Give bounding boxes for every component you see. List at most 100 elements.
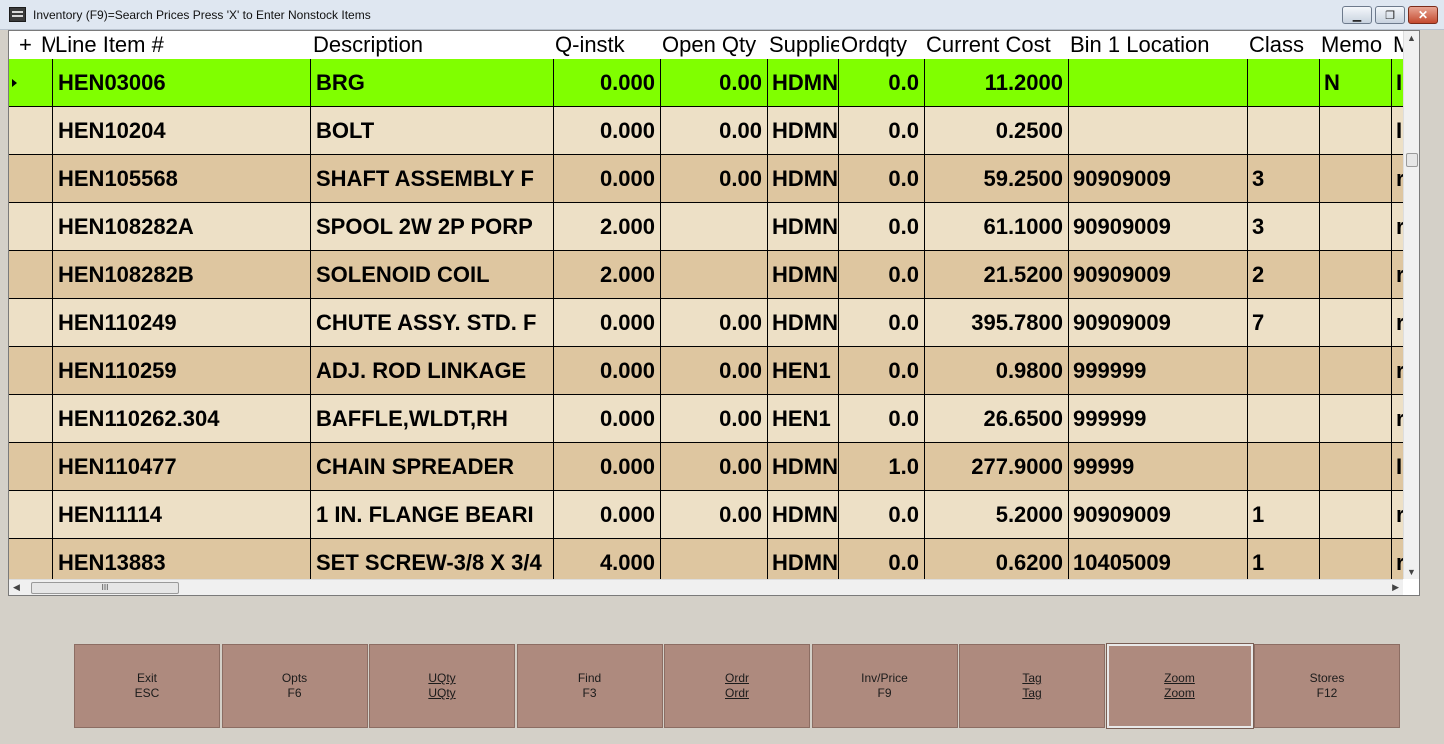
- cell-m2[interactable]: r: [1391, 299, 1403, 347]
- cell-class[interactable]: [1247, 347, 1320, 395]
- fkey-opts-button[interactable]: Opts F6: [221, 644, 368, 728]
- cell-description[interactable]: CHAIN SPREADER: [311, 443, 554, 491]
- cell-open-qty[interactable]: 0.00: [660, 299, 768, 347]
- cell-class[interactable]: 2: [1247, 251, 1320, 299]
- cell-supplier[interactable]: HDMN: [767, 59, 839, 107]
- cell-open-qty[interactable]: 0.00: [660, 107, 768, 155]
- cell-m2[interactable]: r: [1391, 491, 1403, 539]
- cell-memo[interactable]: [1319, 251, 1392, 299]
- cell-description[interactable]: SOLENOID COIL: [311, 251, 554, 299]
- cell-supplier[interactable]: HDMN: [767, 251, 839, 299]
- restore-button[interactable]: ❐: [1375, 6, 1405, 24]
- cell-memo[interactable]: [1319, 155, 1392, 203]
- cell-line-item[interactable]: HEN110477: [53, 443, 311, 491]
- cell-description[interactable]: CHUTE ASSY. STD. F: [311, 299, 554, 347]
- cell-description[interactable]: ADJ. ROD LINKAGE: [311, 347, 554, 395]
- cell-m2[interactable]: r: [1391, 347, 1403, 395]
- cell-q-instk[interactable]: 0.000: [553, 155, 661, 203]
- cell-current-cost[interactable]: 11.2000: [924, 59, 1069, 107]
- cell-m2[interactable]: r: [1391, 155, 1403, 203]
- row-selector[interactable]: [9, 443, 53, 491]
- table-row[interactable]: HEN10204 BOLT 0.000 0.00 HDMN 0.0 0.2500 I: [9, 107, 1403, 155]
- column-header-ordqty[interactable]: Ordqty: [839, 31, 925, 59]
- table-row[interactable]: HEN108282B SOLENOID COIL 2.000 HDMN 0.0 21.52…: [9, 251, 1403, 299]
- cell-memo[interactable]: [1319, 491, 1392, 539]
- fkey-tag-button[interactable]: Tag Tag: [959, 644, 1105, 728]
- cell-current-cost[interactable]: 61.1000: [924, 203, 1069, 251]
- cell-current-cost[interactable]: 0.2500: [924, 107, 1069, 155]
- cell-line-item[interactable]: HEN110259: [53, 347, 311, 395]
- cell-class[interactable]: [1247, 107, 1320, 155]
- cell-open-qty[interactable]: 0.00: [660, 59, 768, 107]
- cell-bin1-location[interactable]: 999999: [1068, 347, 1248, 395]
- cell-memo[interactable]: [1319, 347, 1392, 395]
- fkey-zoom-button[interactable]: Zoom Zoom: [1105, 643, 1254, 729]
- table-row[interactable]: HEN108282A SPOOL 2W 2P PORP 2.000 HDMN 0.0 61…: [9, 203, 1403, 251]
- column-header-line-item[interactable]: Line Item #: [53, 31, 311, 59]
- cell-current-cost[interactable]: 395.7800: [924, 299, 1069, 347]
- cell-m2[interactable]: r: [1391, 203, 1403, 251]
- vertical-scrollbar[interactable]: ▲ ▼: [1403, 31, 1419, 579]
- cell-memo[interactable]: N: [1319, 59, 1392, 107]
- row-selector[interactable]: [9, 347, 53, 395]
- cell-current-cost[interactable]: 0.6200: [924, 539, 1069, 579]
- cell-class[interactable]: 3: [1247, 203, 1320, 251]
- table-row[interactable]: HEN13883 SET SCREW-3/8 X 3/4 4.000 HDMN 0.0 0…: [9, 539, 1403, 579]
- column-header-q-instk[interactable]: Q-instk: [553, 31, 661, 59]
- table-row[interactable]: HEN11114 1 IN. FLANGE BEARI 0.000 0.00 HDMN 0…: [9, 491, 1403, 539]
- cell-q-instk[interactable]: 0.000: [553, 443, 661, 491]
- fkey-ordr-button[interactable]: Ordr Ordr: [664, 644, 810, 728]
- cell-bin1-location[interactable]: 90909009: [1068, 491, 1248, 539]
- row-selector[interactable]: [9, 59, 53, 107]
- table-row[interactable]: HEN110262.304 BAFFLE,WLDT,RH 0.000 0.00 HEN1…: [9, 395, 1403, 443]
- cell-ordqty[interactable]: 0.0: [839, 299, 925, 347]
- cell-line-item[interactable]: HEN13883: [53, 539, 311, 579]
- cell-m2[interactable]: I: [1391, 59, 1403, 107]
- row-selector[interactable]: [9, 395, 53, 443]
- cell-supplier[interactable]: HDMN: [767, 203, 839, 251]
- cell-supplier[interactable]: HEN1: [767, 347, 839, 395]
- cell-open-qty[interactable]: 0.00: [660, 155, 768, 203]
- cell-description[interactable]: SET SCREW-3/8 X 3/4: [311, 539, 554, 579]
- cell-q-instk[interactable]: 2.000: [553, 251, 661, 299]
- cell-class[interactable]: 7: [1247, 299, 1320, 347]
- cell-ordqty[interactable]: 0.0: [839, 251, 925, 299]
- column-header-plus[interactable]: +: [17, 31, 39, 59]
- column-header-memo[interactable]: Memo: [1319, 31, 1392, 59]
- cell-ordqty[interactable]: 0.0: [839, 155, 925, 203]
- scroll-up-arrow-icon[interactable]: ▲: [1407, 33, 1416, 43]
- cell-class[interactable]: 1: [1247, 539, 1320, 579]
- cell-open-qty[interactable]: 0.00: [660, 347, 768, 395]
- cell-line-item[interactable]: HEN03006: [53, 59, 311, 107]
- cell-ordqty[interactable]: 0.0: [839, 491, 925, 539]
- cell-bin1-location[interactable]: 10405009: [1068, 539, 1248, 579]
- cell-memo[interactable]: [1319, 539, 1392, 579]
- cell-ordqty[interactable]: 1.0: [839, 443, 925, 491]
- column-header-open-qty[interactable]: Open Qty: [660, 31, 768, 59]
- cell-line-item[interactable]: HEN110262.304: [53, 395, 311, 443]
- row-selector[interactable]: [9, 299, 53, 347]
- column-header-supplier[interactable]: Supplier: [767, 31, 839, 59]
- cell-q-instk[interactable]: 0.000: [553, 59, 661, 107]
- cell-ordqty[interactable]: 0.0: [839, 347, 925, 395]
- cell-description[interactable]: BAFFLE,WLDT,RH: [311, 395, 554, 443]
- close-button[interactable]: ✕: [1408, 6, 1438, 24]
- cell-supplier[interactable]: HEN1: [767, 395, 839, 443]
- column-header-class[interactable]: Class: [1247, 31, 1320, 59]
- fkey-stores-button[interactable]: Stores F12: [1254, 644, 1400, 728]
- table-row[interactable]: HEN110477 CHAIN SPREADER 0.000 0.00 HDMN 1.0 2…: [9, 443, 1403, 491]
- column-header-current-cost[interactable]: Current Cost: [924, 31, 1069, 59]
- cell-class[interactable]: 3: [1247, 155, 1320, 203]
- row-selector[interactable]: [9, 107, 53, 155]
- cell-line-item[interactable]: HEN108282A: [53, 203, 311, 251]
- cell-ordqty[interactable]: 0.0: [839, 395, 925, 443]
- cell-description[interactable]: SPOOL 2W 2P PORP: [311, 203, 554, 251]
- row-selector[interactable]: [9, 491, 53, 539]
- cell-memo[interactable]: [1319, 203, 1392, 251]
- cell-supplier[interactable]: HDMN: [767, 539, 839, 579]
- cell-description[interactable]: SHAFT ASSEMBLY F: [311, 155, 554, 203]
- horizontal-scrollbar[interactable]: ◀ III ▶: [9, 579, 1403, 595]
- row-selector[interactable]: [9, 155, 53, 203]
- cell-bin1-location[interactable]: 99999: [1068, 443, 1248, 491]
- cell-description[interactable]: 1 IN. FLANGE BEARI: [311, 491, 554, 539]
